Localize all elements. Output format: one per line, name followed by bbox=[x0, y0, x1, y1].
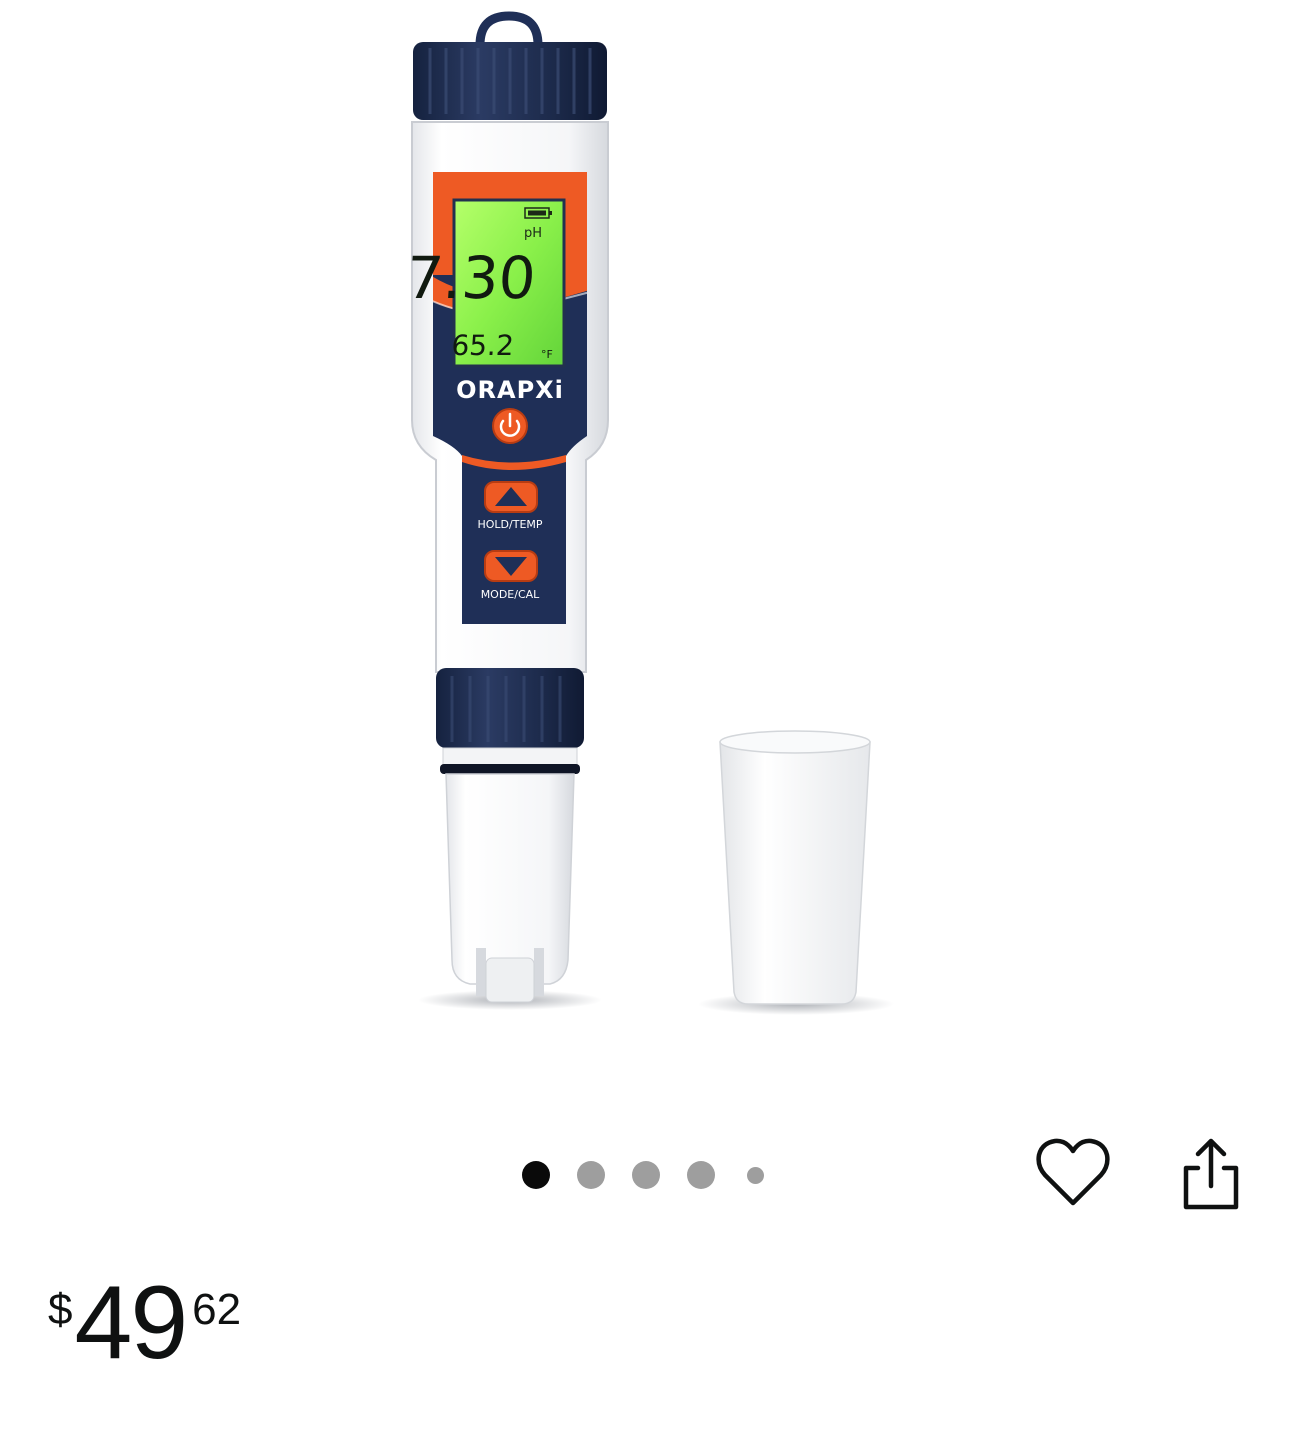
lcd-temp-unit: °F bbox=[541, 348, 553, 361]
probe-cap-cup bbox=[719, 730, 871, 1005]
lcd-primary-reading: 7.30 bbox=[404, 244, 538, 312]
price-whole: 49 bbox=[74, 1265, 188, 1381]
power-button bbox=[492, 408, 528, 444]
price-fraction: 62 bbox=[192, 1285, 242, 1334]
share-icon bbox=[1183, 1138, 1239, 1210]
carousel-dot-3[interactable] bbox=[632, 1161, 660, 1189]
mode-cal-label: MODE/CAL bbox=[481, 588, 540, 601]
price-currency-symbol: $ bbox=[48, 1285, 73, 1334]
lcd-secondary-reading: 65.2 bbox=[450, 329, 515, 362]
lcd-unit-label: pH bbox=[524, 226, 542, 241]
heart-icon bbox=[1036, 1138, 1110, 1206]
probe bbox=[440, 747, 580, 1003]
lanyard-loop bbox=[475, 11, 543, 46]
product-image[interactable]: pH 7.30 65.2 °F ORAPXi HOLD/TEMP MODE/CA… bbox=[0, 0, 1302, 1110]
hold-temp-button bbox=[484, 481, 538, 513]
carousel-indicators bbox=[522, 1160, 791, 1190]
share-button[interactable] bbox=[1176, 1134, 1246, 1214]
brand-logo: ORAPXi bbox=[456, 376, 564, 404]
hold-temp-label: HOLD/TEMP bbox=[477, 518, 542, 531]
bottom-collar bbox=[436, 668, 584, 748]
price: $ 49 62 bbox=[48, 1268, 241, 1378]
mode-cal-button bbox=[484, 550, 538, 582]
carousel-dot-2[interactable] bbox=[577, 1161, 605, 1189]
carousel-dot-5[interactable] bbox=[747, 1166, 764, 1184]
carousel-dot-1[interactable] bbox=[522, 1161, 550, 1189]
wishlist-button[interactable] bbox=[1034, 1134, 1112, 1212]
top-cap bbox=[413, 42, 607, 120]
carousel-dot-4[interactable] bbox=[687, 1161, 715, 1189]
